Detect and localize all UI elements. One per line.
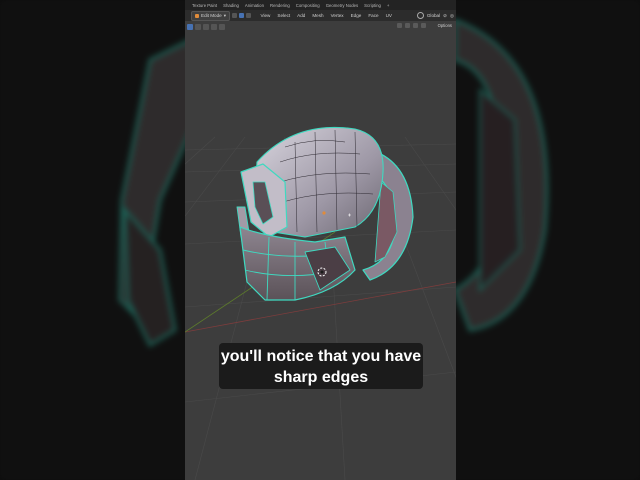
shading-solid-icon[interactable] [421, 23, 426, 28]
caption-line-1: you'll notice that you have [220, 348, 422, 365]
subtitle-caption: you'll notice that you have sharp edges [219, 343, 423, 389]
editmode-icon [195, 13, 199, 18]
tab-rendering[interactable]: Rendering [267, 3, 293, 8]
menu-select[interactable]: Select [274, 13, 294, 18]
face-select-icon[interactable] [246, 13, 251, 18]
menu-face[interactable]: Face [365, 13, 382, 18]
xray-toggle-icon[interactable] [413, 23, 418, 28]
transform-orientation-select[interactable]: Global [427, 13, 440, 18]
select-extend-icon[interactable] [195, 23, 201, 30]
chevron-down-icon: ▾ [223, 12, 226, 18]
snap-icon[interactable]: ⊘ [443, 13, 447, 19]
add-workspace-button[interactable]: + [384, 3, 393, 8]
mode-selector[interactable]: Edit Mode ▾ [191, 10, 230, 21]
proportional-edit-icon[interactable]: ◎ [450, 13, 454, 19]
tab-animation[interactable]: Animation [242, 3, 267, 8]
viewport-header: Edit Mode ▾ View Select Add Mesh Vertex … [185, 10, 456, 21]
vertex-select-icon[interactable] [232, 13, 237, 18]
menu-add[interactable]: Add [294, 13, 309, 18]
tab-geometry-nodes[interactable]: Geometry Nodes [323, 3, 361, 8]
menu-mesh[interactable]: Mesh [309, 13, 327, 18]
transform-pivot-icon[interactable] [416, 12, 424, 19]
menu-vertex[interactable]: Vertex [327, 13, 347, 18]
gizmo-toggle-icon[interactable] [397, 23, 402, 28]
mode-label: Edit Mode [201, 13, 222, 18]
caption-line-2: sharp edges [273, 369, 369, 386]
select-intersect-icon[interactable] [219, 23, 225, 30]
tab-texture-paint[interactable]: Texture Paint [189, 3, 220, 8]
edge-select-icon[interactable] [239, 13, 244, 18]
overlay-toggle-icon[interactable] [405, 23, 410, 28]
tab-scripting[interactable]: Scripting [361, 3, 384, 8]
object-origin [322, 211, 326, 215]
select-invert-icon[interactable] [211, 23, 217, 30]
select-subtract-icon[interactable] [203, 23, 209, 30]
select-box-icon[interactable] [187, 23, 193, 30]
3d-viewport[interactable] [185, 32, 456, 480]
tab-compositing[interactable]: Compositing [293, 3, 323, 8]
menu-view[interactable]: View [257, 13, 274, 18]
workspace-tab-bar: Texture Paint Shading Animation Renderin… [185, 0, 456, 10]
menu-edge[interactable]: Edge [347, 13, 365, 18]
tab-shading[interactable]: Shading [220, 3, 242, 8]
options-dropdown[interactable]: Options [438, 23, 452, 28]
tool-header: Options [185, 21, 456, 32]
menu-uv[interactable]: UV [382, 13, 395, 18]
blender-window: Texture Paint Shading Animation Renderin… [185, 0, 456, 480]
